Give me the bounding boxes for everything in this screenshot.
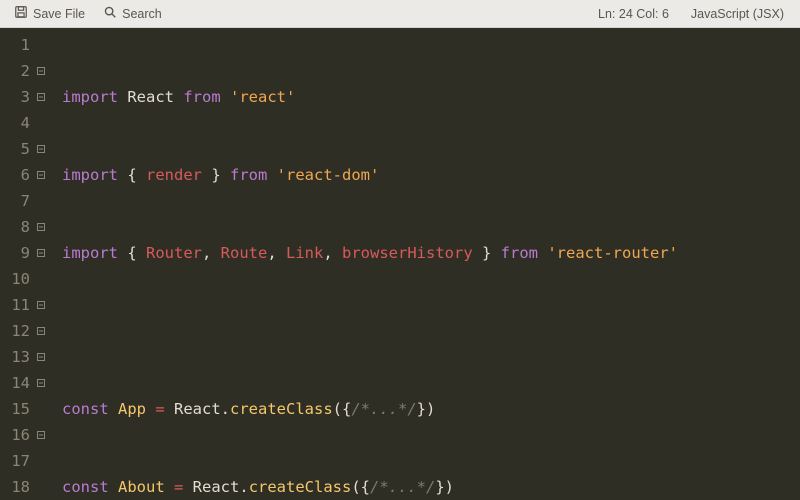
toolbar: Save File Search Ln: 24 Col: 6 JavaScrip… bbox=[0, 0, 800, 28]
gutter-row: 15 bbox=[0, 396, 52, 422]
fold-toggle-icon[interactable] bbox=[36, 352, 46, 362]
gutter-row: 12 bbox=[0, 318, 52, 344]
fold-toggle-icon bbox=[36, 40, 46, 50]
line-number: 18 bbox=[11, 474, 30, 500]
fold-toggle-icon bbox=[36, 404, 46, 414]
search-button[interactable]: Search bbox=[97, 3, 168, 24]
code-area[interactable]: import React from 'react' import { rende… bbox=[52, 28, 800, 500]
gutter-row: 6 bbox=[0, 162, 52, 188]
save-file-label: Save File bbox=[33, 7, 85, 21]
fold-toggle-icon bbox=[36, 196, 46, 206]
line-number: 2 bbox=[12, 58, 30, 84]
gutter-row: 13 bbox=[0, 344, 52, 370]
gutter-row: 8 bbox=[0, 214, 52, 240]
code-line: const About = React.createClass({/*...*/… bbox=[62, 474, 800, 500]
gutter-row: 3 bbox=[0, 84, 52, 110]
code-editor[interactable]: 123456789101112131415161718 import React… bbox=[0, 28, 800, 500]
line-number: 17 bbox=[11, 448, 30, 474]
line-number: 14 bbox=[11, 370, 30, 396]
fold-toggle-icon bbox=[36, 274, 46, 284]
fold-toggle-icon bbox=[36, 456, 46, 466]
gutter-row: 4 bbox=[0, 110, 52, 136]
line-number: 9 bbox=[12, 240, 30, 266]
code-line: import React from 'react' bbox=[62, 84, 800, 110]
line-number-gutter: 123456789101112131415161718 bbox=[0, 28, 52, 500]
save-icon bbox=[14, 5, 28, 22]
code-line bbox=[62, 318, 800, 344]
fold-toggle-icon[interactable] bbox=[36, 66, 46, 76]
fold-toggle-icon[interactable] bbox=[36, 144, 46, 154]
line-number: 10 bbox=[11, 266, 30, 292]
cursor-position: Ln: 24 Col: 6 bbox=[590, 7, 677, 21]
line-number: 12 bbox=[11, 318, 30, 344]
line-number: 3 bbox=[12, 84, 30, 110]
line-number: 16 bbox=[11, 422, 30, 448]
line-number: 6 bbox=[12, 162, 30, 188]
fold-toggle-icon[interactable] bbox=[36, 326, 46, 336]
line-number: 11 bbox=[11, 292, 30, 318]
fold-toggle-icon[interactable] bbox=[36, 92, 46, 102]
gutter-row: 11 bbox=[0, 292, 52, 318]
gutter-row: 2 bbox=[0, 58, 52, 84]
gutter-row: 10 bbox=[0, 266, 52, 292]
save-file-button[interactable]: Save File bbox=[8, 3, 91, 24]
line-number: 1 bbox=[12, 32, 30, 58]
line-number: 4 bbox=[12, 110, 30, 136]
gutter-row: 5 bbox=[0, 136, 52, 162]
gutter-row: 18 bbox=[0, 474, 52, 500]
fold-toggle-icon[interactable] bbox=[36, 222, 46, 232]
gutter-row: 14 bbox=[0, 370, 52, 396]
fold-toggle-icon bbox=[36, 118, 46, 128]
line-number: 13 bbox=[11, 344, 30, 370]
fold-toggle-icon bbox=[36, 482, 46, 492]
line-number: 7 bbox=[12, 188, 30, 214]
gutter-row: 9 bbox=[0, 240, 52, 266]
gutter-row: 1 bbox=[0, 32, 52, 58]
line-number: 8 bbox=[12, 214, 30, 240]
code-line: import { Router, Route, Link, browserHis… bbox=[62, 240, 800, 266]
gutter-row: 17 bbox=[0, 448, 52, 474]
gutter-row: 16 bbox=[0, 422, 52, 448]
line-number: 15 bbox=[11, 396, 30, 422]
gutter-row: 7 bbox=[0, 188, 52, 214]
fold-toggle-icon[interactable] bbox=[36, 170, 46, 180]
fold-toggle-icon[interactable] bbox=[36, 300, 46, 310]
search-label: Search bbox=[122, 7, 162, 21]
fold-toggle-icon[interactable] bbox=[36, 378, 46, 388]
fold-toggle-icon[interactable] bbox=[36, 430, 46, 440]
search-icon bbox=[103, 5, 117, 22]
line-number: 5 bbox=[12, 136, 30, 162]
code-line: const App = React.createClass({/*...*/}) bbox=[62, 396, 800, 422]
code-line: import { render } from 'react-dom' bbox=[62, 162, 800, 188]
language-mode[interactable]: JavaScript (JSX) bbox=[683, 7, 792, 21]
fold-toggle-icon[interactable] bbox=[36, 248, 46, 258]
